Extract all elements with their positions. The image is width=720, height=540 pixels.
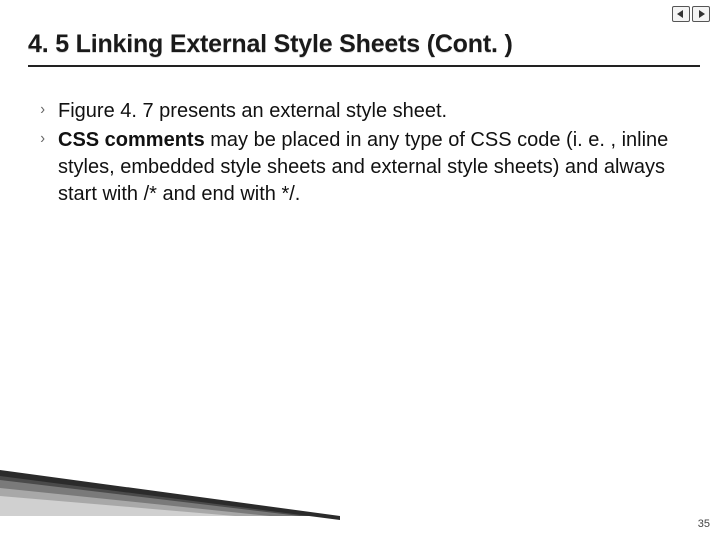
decorative-wedge [0,470,340,528]
list-item: Figure 4. 7 presents an external style s… [40,98,692,125]
next-button[interactable] [692,6,710,22]
slide-body: Figure 4. 7 presents an external style s… [40,98,692,210]
bullet-text: Figure 4. 7 presents an external style s… [58,100,447,122]
prev-button[interactable] [672,6,690,22]
prev-arrow-icon [676,9,686,19]
nav-controls [672,6,710,22]
bullet-bold: CSS comments [58,129,205,151]
next-arrow-icon [696,9,706,19]
list-item: CSS comments may be placed in any type o… [40,127,692,208]
slide-heading: 4. 5 Linking External Style Sheets (Cont… [28,30,700,67]
page-number: 35 [698,518,710,530]
